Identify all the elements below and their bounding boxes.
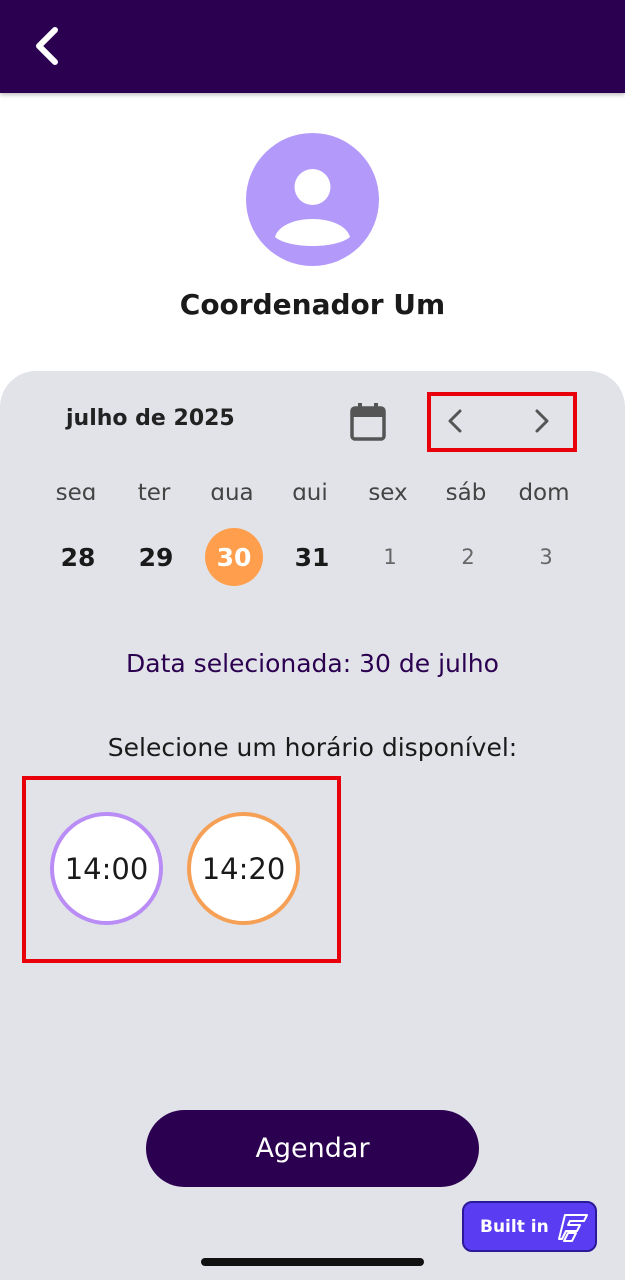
coordinator-name: Coordenador Um [179, 288, 446, 321]
selected-date-text: Data selecionada: 30 de julho [126, 649, 499, 678]
calendar-day[interactable]: 29 [127, 528, 185, 586]
chevron-left-icon [448, 409, 462, 433]
avatar [246, 133, 379, 266]
badge-label: Built in [480, 1216, 549, 1237]
home-indicator [201, 1258, 424, 1266]
weekday-label: sáb [445, 480, 487, 500]
weekday-label: qui [292, 480, 328, 500]
weekday-label: dom [518, 480, 570, 500]
weekday-label: seg [55, 480, 97, 500]
built-in-badge[interactable]: Built in [462, 1201, 597, 1252]
flutterflow-logo-icon [557, 1213, 588, 1242]
back-button[interactable] [22, 22, 70, 70]
top-app-bar [0, 0, 625, 93]
prev-month-button[interactable] [440, 406, 470, 436]
calendar-day-selected[interactable]: 30 [205, 528, 263, 586]
weekday-label: ter [137, 480, 171, 500]
chevron-left-icon [36, 27, 58, 65]
calendar-day[interactable]: 2 [439, 528, 497, 586]
time-prompt: Selecione um horário disponível: [107, 733, 518, 762]
weekday-label: qua [210, 480, 254, 500]
time-slot-button[interactable]: 14:00 [50, 812, 163, 925]
calendar-day[interactable]: 31 [283, 528, 341, 586]
calendar-day[interactable]: 28 [49, 528, 107, 586]
next-month-button[interactable] [527, 406, 557, 436]
person-avatar-icon [275, 169, 350, 246]
calendar-day[interactable]: 1 [361, 528, 419, 586]
month-label: julho de 2025 [66, 406, 235, 431]
chevron-right-icon [535, 409, 549, 433]
calendar-icon[interactable] [349, 402, 387, 442]
weekday-label: sex [368, 480, 408, 500]
schedule-button[interactable]: Agendar [146, 1110, 479, 1187]
calendar-day[interactable]: 3 [517, 528, 575, 586]
time-slot-button[interactable]: 14:20 [187, 812, 300, 925]
